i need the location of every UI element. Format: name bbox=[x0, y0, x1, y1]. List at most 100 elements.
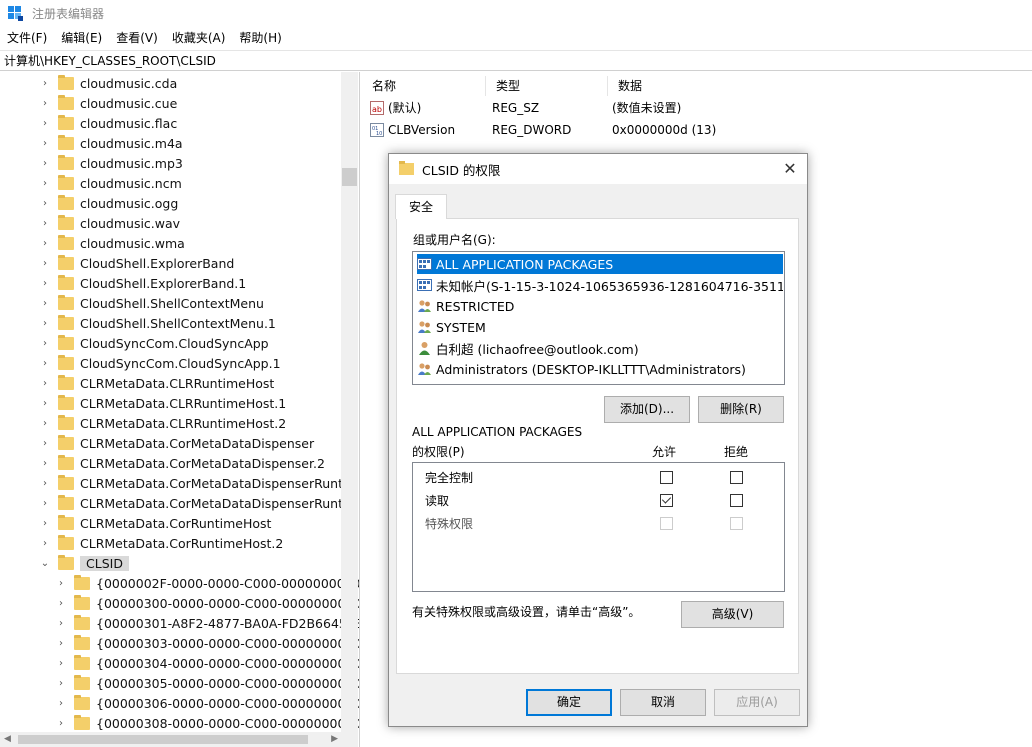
chevron-right-icon[interactable]: › bbox=[40, 333, 50, 353]
tree-vertical-scrollbar[interactable] bbox=[341, 72, 358, 732]
tree-item[interactable]: › {00000303-0000-0000-C000-000000000046 bbox=[56, 633, 359, 653]
read-allow-checkbox[interactable] bbox=[660, 494, 673, 507]
read-deny-checkbox[interactable] bbox=[730, 494, 743, 507]
tree-hscroll-thumb[interactable] bbox=[18, 735, 308, 744]
tree-item[interactable]: › cloudmusic.ncm bbox=[40, 173, 182, 193]
chevron-right-icon[interactable]: › bbox=[56, 613, 66, 633]
tree-item[interactable]: › {00000306-0000-0000-C000-000000000046 bbox=[56, 693, 359, 713]
tree-item[interactable]: › {00000300-0000-0000-C000-000000000046 bbox=[56, 593, 359, 613]
tree-item[interactable]: › cloudmusic.m4a bbox=[40, 133, 183, 153]
chevron-right-icon[interactable]: › bbox=[40, 213, 50, 233]
tree-item[interactable]: › cloudmusic.wav bbox=[40, 213, 180, 233]
chevron-right-icon[interactable]: › bbox=[40, 533, 50, 553]
chevron-right-icon[interactable]: › bbox=[40, 293, 50, 313]
full-control-deny-checkbox[interactable] bbox=[730, 471, 743, 484]
chevron-right-icon[interactable]: › bbox=[40, 133, 50, 153]
tree-scroll-thumb[interactable] bbox=[342, 168, 357, 186]
tree-item[interactable]: › CloudShell.ShellContextMenu bbox=[40, 293, 264, 313]
ok-button[interactable]: 确定 bbox=[526, 689, 612, 716]
dialog-title-bar[interactable]: CLSID 的权限 ✕ bbox=[389, 154, 807, 184]
menu-favorites[interactable]: 收藏夹(A) bbox=[165, 27, 233, 49]
menu-view[interactable]: 查看(V) bbox=[109, 27, 165, 49]
tree-item[interactable]: › CLRMetaData.CorMetaDataDispenser.2 bbox=[40, 453, 325, 473]
chevron-right-icon[interactable]: › bbox=[40, 173, 50, 193]
tree-horizontal-scrollbar[interactable]: ◀ ▶ bbox=[0, 732, 358, 747]
tree-item[interactable]: › CLRMetaData.CLRRuntimeHost bbox=[40, 373, 274, 393]
tree-item[interactable]: › {00000308-0000-0000-C000-000000000046 bbox=[56, 713, 359, 733]
chevron-right-icon[interactable]: › bbox=[40, 493, 50, 513]
tree-item[interactable]: › CLRMetaData.CorMetaDataDispenser bbox=[40, 433, 314, 453]
tree-item[interactable]: › cloudmusic.ogg bbox=[40, 193, 178, 213]
tree-item[interactable]: › CloudShell.ExplorerBand.1 bbox=[40, 273, 246, 293]
chevron-right-icon[interactable]: › bbox=[40, 413, 50, 433]
chevron-right-icon[interactable]: › bbox=[56, 653, 66, 673]
chevron-right-icon[interactable]: › bbox=[56, 673, 66, 693]
tree-item[interactable]: › cloudmusic.cda bbox=[40, 73, 177, 93]
close-icon[interactable]: ✕ bbox=[781, 160, 799, 178]
chevron-right-icon[interactable]: › bbox=[56, 693, 66, 713]
tree-item[interactable]: › CLRMetaData.CorMetaDataDispenserRuntime bbox=[40, 473, 359, 493]
tree-item[interactable]: › {00000304-0000-0000-C000-000000000046 bbox=[56, 653, 359, 673]
user-list-item[interactable]: Administrators (DESKTOP-IKLLTTT\Administ… bbox=[417, 359, 783, 379]
advanced-button[interactable]: 高级(V) bbox=[681, 601, 784, 628]
value-row[interactable]: 01 10 CLBVersion REG_DWORD 0x0000000d (13… bbox=[362, 119, 762, 141]
column-header-name[interactable]: 名称 bbox=[362, 76, 486, 96]
chevron-right-icon[interactable]: › bbox=[56, 573, 66, 593]
tab-security[interactable]: 安全 bbox=[395, 194, 447, 219]
tree-item[interactable]: › cloudmusic.flac bbox=[40, 113, 177, 133]
chevron-right-icon[interactable]: › bbox=[40, 233, 50, 253]
cancel-button[interactable]: 取消 bbox=[620, 689, 706, 716]
column-header-type[interactable]: 类型 bbox=[486, 76, 608, 96]
tree-item[interactable]: › {00000301-A8F2-4877-BA0A-FD2B6645FB94 bbox=[56, 613, 359, 633]
tree-item[interactable]: › CLRMetaData.CLRRuntimeHost.1 bbox=[40, 393, 286, 413]
tree-item[interactable]: › CLRMetaData.CorRuntimeHost.2 bbox=[40, 533, 283, 553]
tree-item[interactable]: › CLRMetaData.CorMetaDataDispenserRuntime bbox=[40, 493, 359, 513]
value-row[interactable]: ab (默认) REG_SZ (数值未设置) bbox=[362, 97, 762, 119]
user-list[interactable]: ALL APPLICATION PACKAGES 未知帐户(S-1-15-3-1… bbox=[412, 251, 785, 385]
tree-item-selected[interactable]: ⌄ CLSID bbox=[40, 553, 129, 573]
chevron-right-icon[interactable]: › bbox=[40, 453, 50, 473]
chevron-right-icon[interactable]: › bbox=[40, 93, 50, 113]
add-user-button[interactable]: 添加(D)... bbox=[604, 396, 690, 423]
tree-item[interactable]: › cloudmusic.wma bbox=[40, 233, 185, 253]
chevron-right-icon[interactable]: › bbox=[56, 713, 66, 733]
chevron-right-icon[interactable]: › bbox=[40, 253, 50, 273]
tree-item[interactable]: › {0000002F-0000-0000-C000-000000000046} bbox=[56, 573, 359, 593]
chevron-right-icon[interactable]: › bbox=[40, 273, 50, 293]
chevron-right-icon[interactable]: › bbox=[40, 113, 50, 133]
tree-item[interactable]: › cloudmusic.mp3 bbox=[40, 153, 183, 173]
tree-item[interactable]: › CLRMetaData.CorRuntimeHost bbox=[40, 513, 271, 533]
address-bar[interactable]: 计算机\HKEY_CLASSES_ROOT\CLSID bbox=[0, 50, 1032, 71]
tree-item[interactable]: › CloudSyncCom.CloudSyncApp.1 bbox=[40, 353, 281, 373]
chevron-right-icon[interactable]: › bbox=[40, 373, 50, 393]
remove-user-button[interactable]: 删除(R) bbox=[698, 396, 784, 423]
column-header-data[interactable]: 数据 bbox=[608, 76, 808, 96]
tree-item[interactable]: › CloudSyncCom.CloudSyncApp bbox=[40, 333, 269, 353]
chevron-right-icon[interactable]: › bbox=[56, 633, 66, 653]
user-list-item[interactable]: ALL APPLICATION PACKAGES bbox=[417, 254, 783, 274]
chevron-right-icon[interactable]: › bbox=[40, 73, 50, 93]
menu-edit[interactable]: 编辑(E) bbox=[54, 27, 109, 49]
tree-item[interactable]: › CloudShell.ShellContextMenu.1 bbox=[40, 313, 276, 333]
scroll-right-icon[interactable]: ▶ bbox=[331, 734, 338, 744]
tree-item[interactable]: › cloudmusic.cue bbox=[40, 93, 177, 113]
user-list-item[interactable]: 白利超 (lichaofree@outlook.com) bbox=[417, 338, 783, 358]
user-list-item[interactable]: RESTRICTED bbox=[417, 296, 783, 316]
chevron-right-icon[interactable]: › bbox=[40, 473, 50, 493]
user-list-item[interactable]: SYSTEM bbox=[417, 317, 783, 337]
chevron-right-icon[interactable]: › bbox=[40, 353, 50, 373]
tree-item[interactable]: › CLRMetaData.CLRRuntimeHost.2 bbox=[40, 413, 286, 433]
chevron-right-icon[interactable]: › bbox=[40, 153, 50, 173]
tree-item[interactable]: › {00000305-0000-0000-C000-000000000046 bbox=[56, 673, 359, 693]
scroll-left-icon[interactable]: ◀ bbox=[4, 734, 11, 744]
chevron-right-icon[interactable]: › bbox=[40, 193, 50, 213]
tree-item[interactable]: › CloudShell.ExplorerBand bbox=[40, 253, 234, 273]
full-control-allow-checkbox[interactable] bbox=[660, 471, 673, 484]
menu-help[interactable]: 帮助(H) bbox=[232, 27, 288, 49]
menu-file[interactable]: 文件(F) bbox=[0, 27, 54, 49]
user-list-item[interactable]: 未知帐户(S-1-15-3-1024-1065365936-1281604716… bbox=[417, 275, 783, 295]
chevron-right-icon[interactable]: › bbox=[40, 393, 50, 413]
chevron-right-icon[interactable]: › bbox=[40, 313, 50, 333]
chevron-right-icon[interactable]: › bbox=[40, 513, 50, 533]
chevron-down-icon[interactable]: ⌄ bbox=[40, 553, 50, 573]
